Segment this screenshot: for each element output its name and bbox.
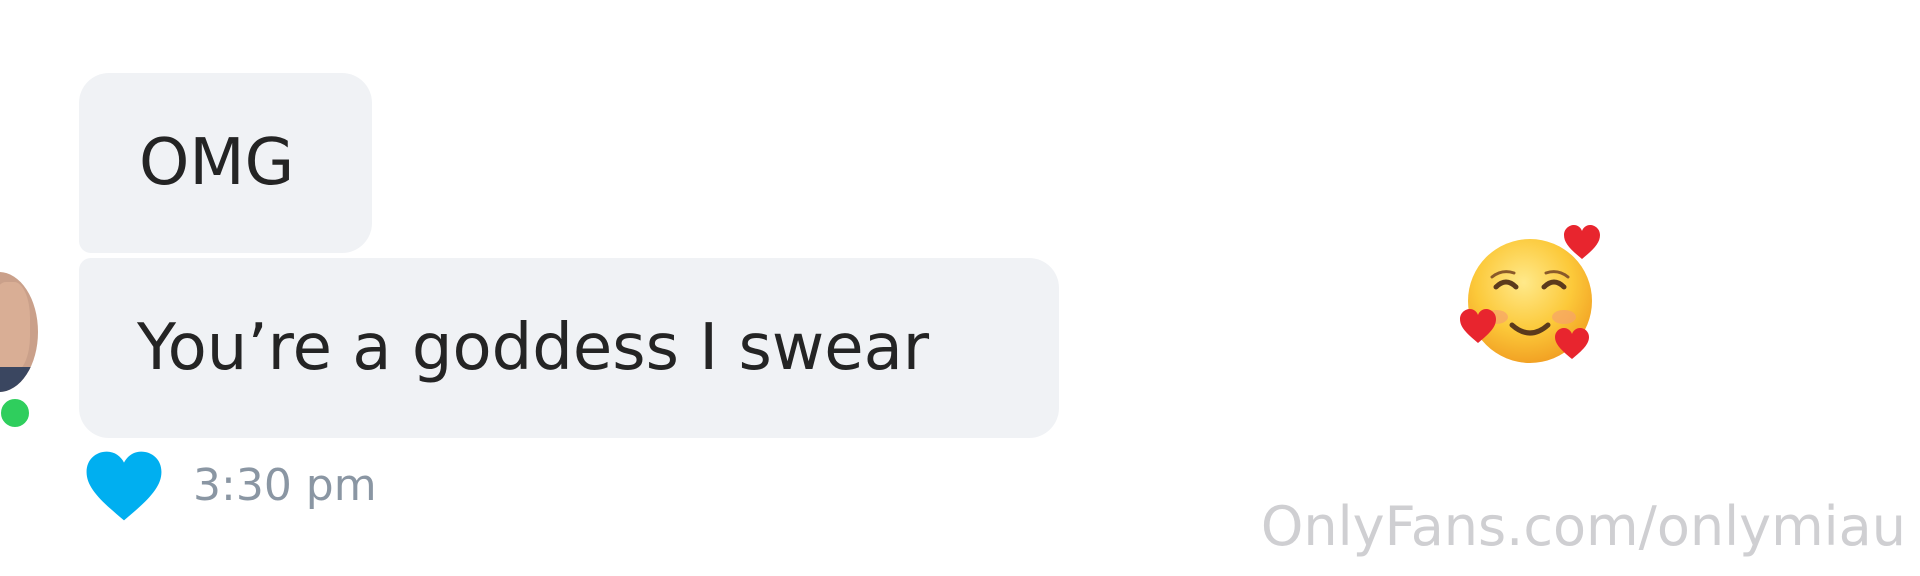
message-timestamp: 3:30 pm — [193, 460, 377, 511]
message-meta: 3:30 pm — [85, 448, 377, 523]
online-status-indicator — [0, 395, 33, 431]
avatar-photo-face — [0, 282, 30, 372]
avatar-photo-shirt — [0, 367, 38, 392]
message-text: OMG — [139, 126, 295, 200]
message-bubble[interactable]: You’re a goddess I swear — [79, 258, 1059, 438]
message-bubble[interactable]: OMG — [79, 73, 372, 253]
smiling-face-with-hearts-icon — [1460, 225, 1600, 363]
watermark: OnlyFans.com/onlymiau — [1260, 495, 1906, 558]
sender-avatar[interactable] — [0, 272, 38, 392]
message-text: You’re a goddess I swear — [137, 311, 930, 385]
like-heart-icon[interactable] — [85, 450, 163, 522]
